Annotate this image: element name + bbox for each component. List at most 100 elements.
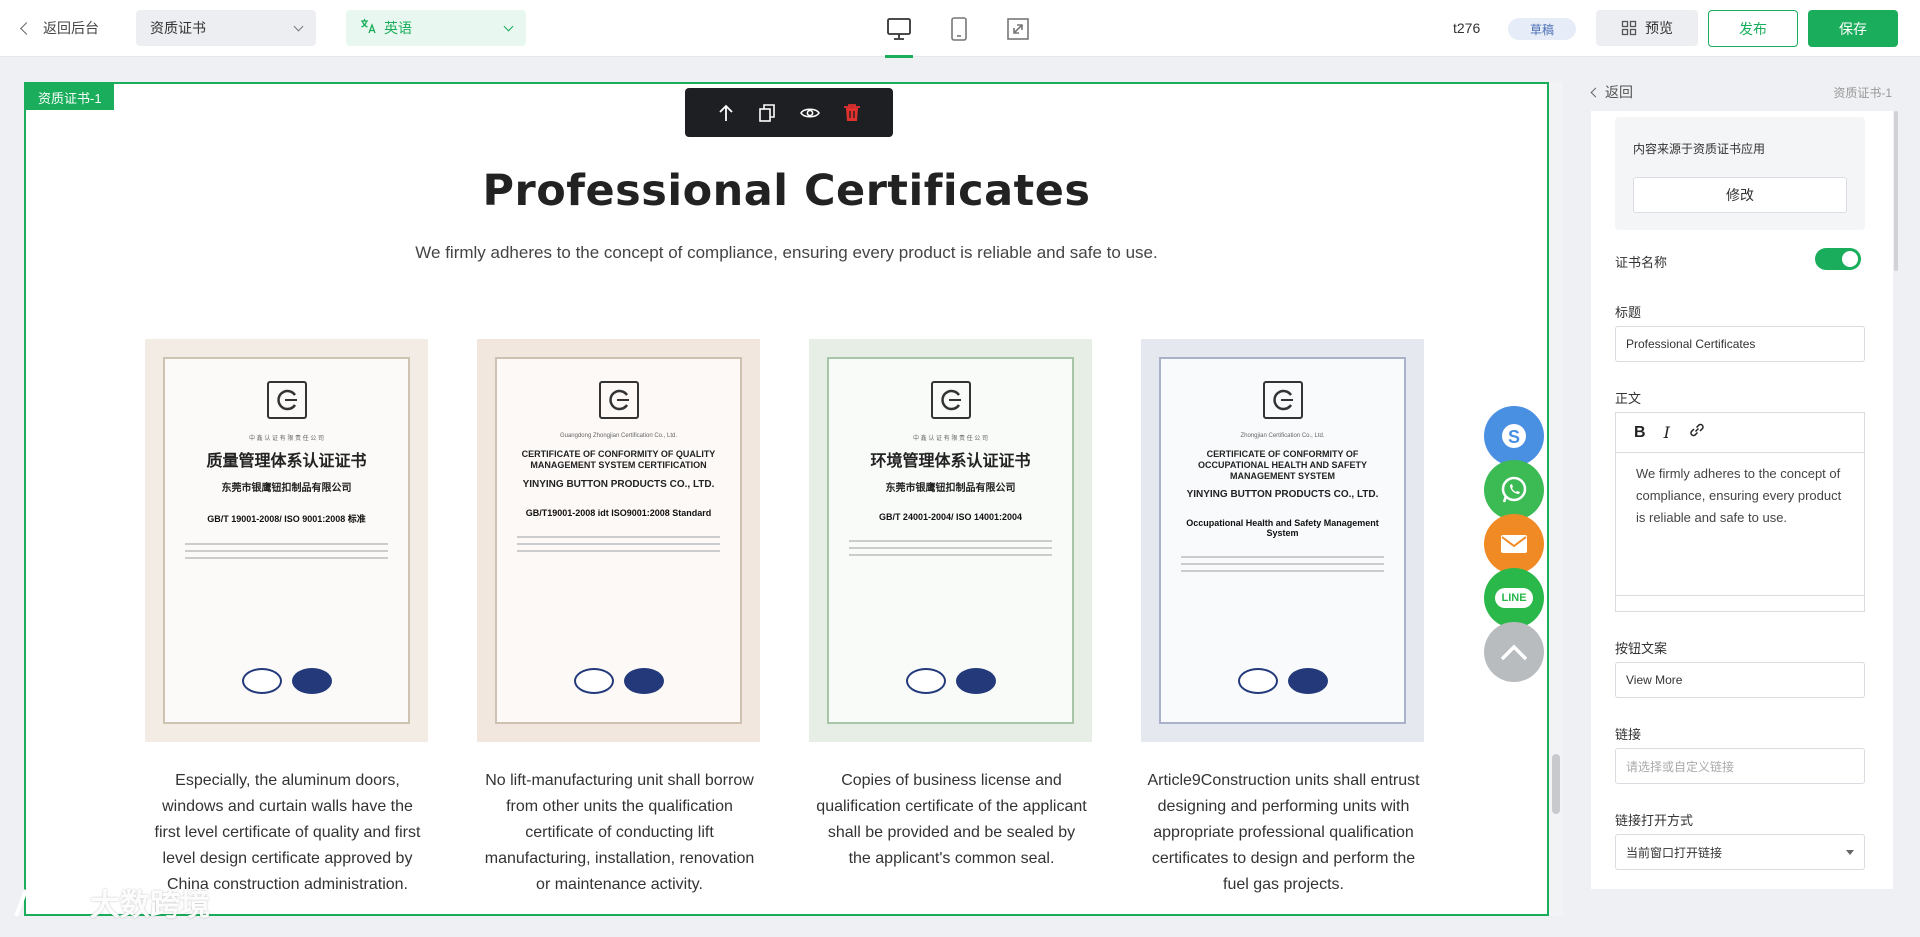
certificate-card[interactable]: Zhongjian Certification Co., Ltd. CERTIFI… <box>1141 339 1426 898</box>
certification-emblem-icon <box>1262 381 1303 419</box>
cert-company: YINYING BUTTON PRODUCTS CO., LTD. <box>1186 489 1379 501</box>
iaf-seal-icon <box>955 668 996 694</box>
modify-button[interactable]: 修改 <box>1633 177 1847 213</box>
certificate-image[interactable]: Guangdong Zhongjian Certification Co., L… <box>477 339 760 742</box>
page-select-value: 资质证书 <box>150 20 206 36</box>
cnas-seal-icon <box>1237 668 1278 694</box>
certification-emblem-icon <box>266 381 307 419</box>
whatsapp-icon <box>1499 475 1529 505</box>
cnas-seal-icon <box>905 668 946 694</box>
save-button[interactable]: 保存 <box>1808 10 1898 47</box>
email-button[interactable] <box>1484 514 1544 574</box>
fullscreen-view-button[interactable] <box>1002 14 1034 44</box>
language-select[interactable]: 英语 <box>346 10 526 46</box>
cert-company: 东莞市银鹰钮扣制品有限公司 <box>885 483 1016 495</box>
rich-text-editor[interactable]: B I We firmly adheres to the concept of … <box>1615 412 1865 612</box>
publish-button[interactable]: 发布 <box>1708 10 1798 47</box>
panel-scrollbar[interactable] <box>1894 111 1898 271</box>
whatsapp-button[interactable] <box>1484 460 1544 520</box>
back-to-top-button[interactable] <box>1484 622 1544 682</box>
caret-down-icon <box>1846 850 1854 855</box>
cert-name-toggle[interactable] <box>1815 248 1861 270</box>
certificate-document: Guangdong Zhongjian Certification Co., L… <box>495 357 742 724</box>
page-select[interactable]: 资质证书 <box>136 10 316 46</box>
body-label: 正文 <box>1615 391 1642 406</box>
page-subtitle: We firmly adheres to the concept of comp… <box>415 243 1158 262</box>
panel-back-label: 返回 <box>1605 84 1633 100</box>
iaf-seal-icon <box>291 668 332 694</box>
trash-icon <box>844 103 861 121</box>
cert-org: 中 鑫 认 证 有 限 责 任 公 司 <box>248 436 324 442</box>
editor-canvas[interactable]: 资质证书-1 Professional Certificates We firm… <box>24 82 1549 916</box>
settings-panel: 内容来源于资质证书应用 修改 证书名称 标题 Professional Cert… <box>1591 111 1893 889</box>
translate-icon <box>360 18 376 38</box>
toggle-visibility-button[interactable] <box>799 105 820 121</box>
certificate-card[interactable]: 中 鑫 认 证 有 限 责 任 公 司环境管理体系认证证书东莞市银鹰钮扣制品有限… <box>809 339 1094 872</box>
preview-button[interactable]: 预览 <box>1596 10 1698 46</box>
cert-heading: 环境管理体系认证证书 <box>870 453 1031 470</box>
certificate-document: 中 鑫 认 证 有 限 责 任 公 司环境管理体系认证证书东莞市银鹰钮扣制品有限… <box>827 357 1074 724</box>
scrollbar-thumb[interactable] <box>1552 754 1560 814</box>
panel-back-link[interactable]: 返回 <box>1590 82 1633 102</box>
mobile-icon <box>951 17 967 41</box>
move-up-button[interactable] <box>717 103 735 123</box>
arrow-up-icon <box>719 104 733 121</box>
cert-org: Guangdong Zhongjian Certification Co., L… <box>559 433 678 439</box>
skype-button[interactable]: S <box>1484 406 1544 466</box>
cert-heading: CERTIFICATE OF CONFORMITY OF OCCUPATIONA… <box>1198 449 1367 481</box>
cert-standard: GB/T 24001-2004/ ISO 14001:2004 <box>878 512 1023 523</box>
certificate-caption: No lift-manufacturing unit shall borrow … <box>484 772 755 893</box>
certificate-image[interactable]: 中 鑫 认 证 有 限 责 任 公 司环境管理体系认证证书东莞市银鹰钮扣制品有限… <box>809 339 1092 742</box>
cert-name-label: 证书名称 <box>1615 255 1668 270</box>
cert-org: Zhongjian Certification Co., Ltd. <box>1240 433 1325 439</box>
open-mode-select[interactable]: 当前窗口打开链接 <box>1615 834 1865 870</box>
iaf-seal-icon <box>623 668 664 694</box>
bold-icon[interactable]: B <box>1634 424 1646 442</box>
editor-toolbar: B I <box>1616 413 1864 453</box>
certificate-caption: Copies of business license and qualifica… <box>816 772 1087 867</box>
certificate-document: 中 鑫 认 证 有 限 责 任 公 司质量管理体系认证证书 东莞市银鹰钮扣制品有限… <box>163 357 410 724</box>
mobile-view-button[interactable] <box>943 14 975 44</box>
section-toolbar <box>685 88 893 137</box>
section-tag[interactable]: 资质证书-1 <box>26 84 114 110</box>
cnas-seal-icon <box>573 668 614 694</box>
email-icon <box>1499 533 1529 555</box>
watermark: 大数跨境 <box>12 880 210 924</box>
cert-text-lines <box>1171 556 1394 573</box>
certificate-caption: Especially, the aluminum doors, windows … <box>154 772 421 893</box>
copy-icon <box>759 103 776 122</box>
cert-standard: Occupational Health and Safety Managemen… <box>1186 518 1379 539</box>
title-label: 标题 <box>1615 305 1642 320</box>
line-button[interactable]: LINE <box>1484 568 1544 628</box>
chevron-left-icon <box>20 21 33 35</box>
panel-header: 返回 资质证书-1 <box>1590 82 1892 106</box>
link-icon[interactable] <box>1688 421 1706 444</box>
certificate-image[interactable]: Zhongjian Certification Co., Ltd. CERTIFI… <box>1141 339 1424 742</box>
delete-button[interactable] <box>843 103 861 123</box>
link-input[interactable]: 请选择或自定义链接 <box>1615 748 1865 784</box>
title-input[interactable]: Professional Certificates <box>1615 326 1865 362</box>
button-text-label: 按钮文案 <box>1615 641 1668 656</box>
top-bar: 返回后台 资质证书 英语 t276 草稿 预览 发布 保存 <box>0 0 1920 58</box>
cert-seals <box>1161 668 1404 694</box>
back-to-top-icon <box>1499 642 1529 662</box>
desktop-view-button[interactable] <box>883 14 915 58</box>
cert-text-lines <box>175 543 398 560</box>
button-text-input[interactable]: View More <box>1615 662 1865 698</box>
certificate-card[interactable]: 中 鑫 认 证 有 限 责 任 公 司质量管理体系认证证书 东莞市银鹰钮扣制品有限… <box>145 339 430 898</box>
cert-heading: CERTIFICATE OF CONFORMITY OF QUALITY MAN… <box>521 449 716 470</box>
back-to-admin-label: 返回后台 <box>43 20 99 36</box>
certificate-card[interactable]: Guangdong Zhongjian Certification Co., L… <box>477 339 762 898</box>
editor-footer <box>1616 595 1864 611</box>
eye-icon <box>799 107 820 118</box>
editor-content[interactable]: We firmly adheres to the concept of comp… <box>1616 453 1864 595</box>
cert-text-lines <box>507 535 730 552</box>
duplicate-button[interactable] <box>758 103 776 123</box>
grid-icon <box>1621 20 1637 36</box>
open-mode-value: 当前窗口打开链接 <box>1626 845 1723 860</box>
italic-icon[interactable]: I <box>1664 423 1670 442</box>
canvas-scrollbar[interactable] <box>1549 82 1563 916</box>
certificate-image[interactable]: 中 鑫 认 证 有 限 责 任 公 司质量管理体系认证证书 东莞市银鹰钮扣制品有限… <box>145 339 428 742</box>
cert-org: 中 鑫 认 证 有 限 责 任 公 司 <box>912 436 988 442</box>
back-to-admin-link[interactable]: 返回后台 <box>20 18 99 38</box>
